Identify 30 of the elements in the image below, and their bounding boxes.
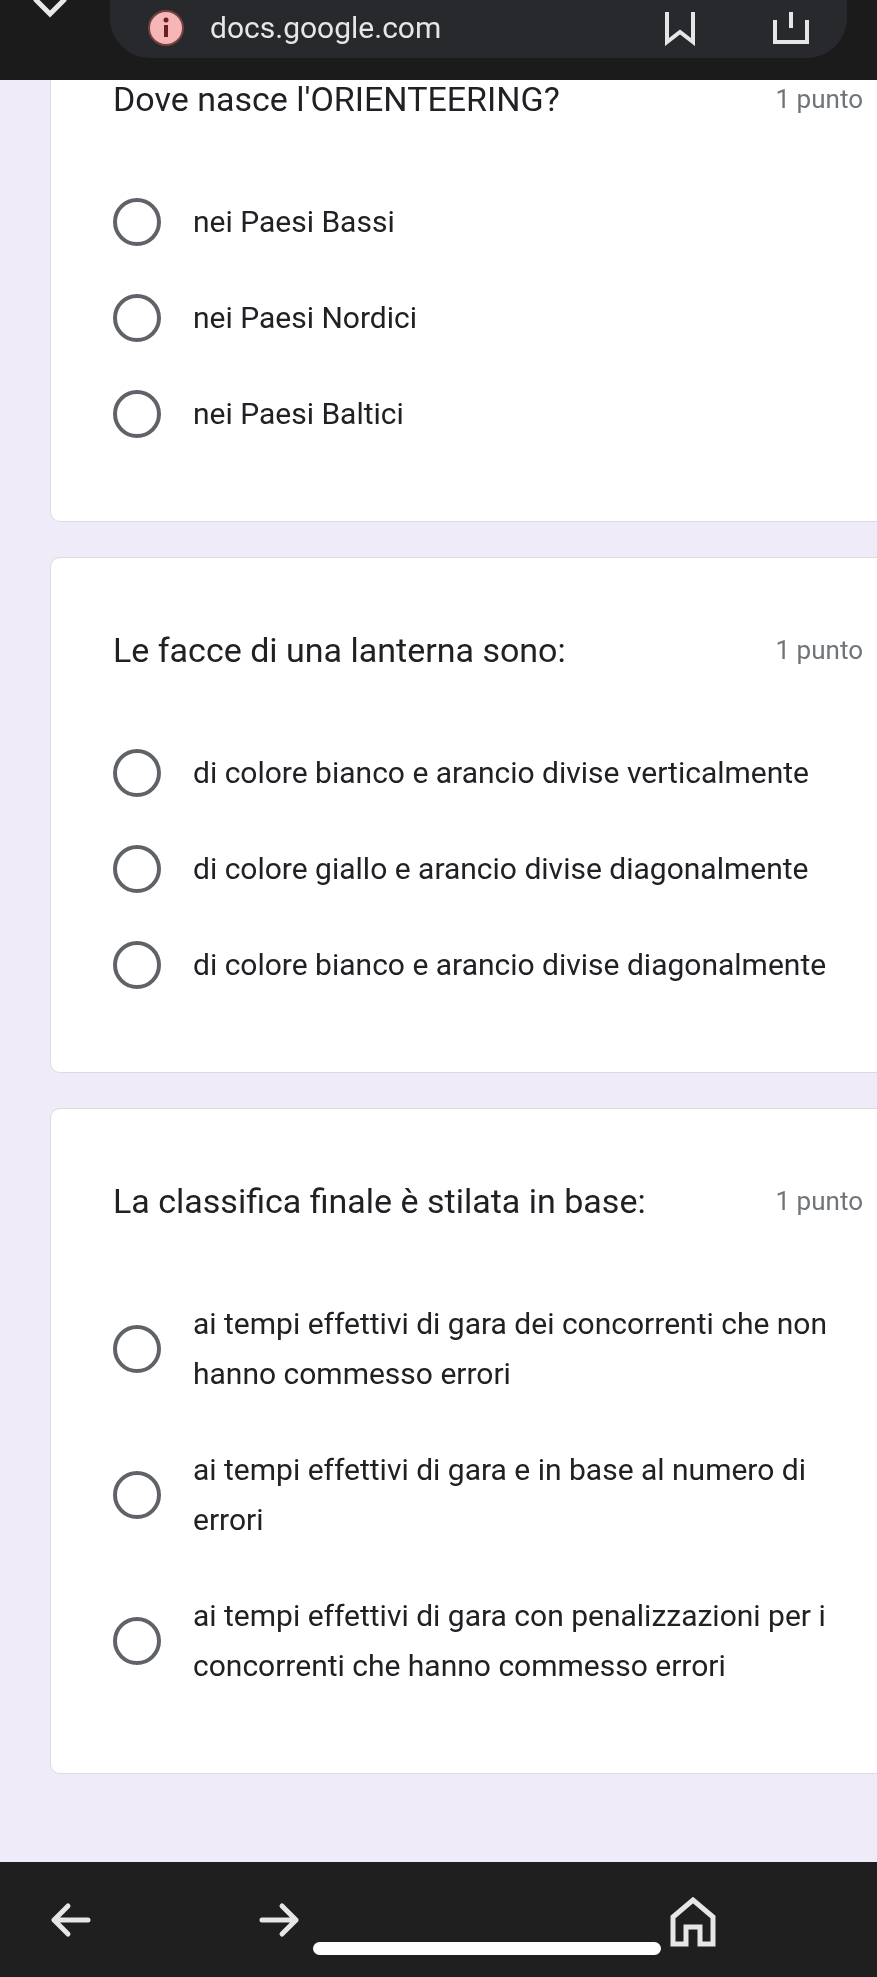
radio-button[interactable] bbox=[113, 941, 161, 989]
bookmark-icon[interactable] bbox=[663, 10, 697, 46]
radio-button[interactable] bbox=[113, 1325, 161, 1373]
address-bar[interactable]: docs.google.com bbox=[110, 0, 847, 58]
question-title: Le facce di una lanterna sono: bbox=[113, 630, 566, 670]
question-title: La classifica finale è stilata in base: bbox=[113, 1181, 646, 1221]
points-label: 1 punto bbox=[775, 634, 863, 667]
option-label: di colore giallo e arancio divise diagonalmente bbox=[193, 850, 809, 888]
option-label: di colore bianco e arancio divise verticalmente bbox=[193, 754, 810, 792]
info-icon[interactable] bbox=[146, 8, 186, 48]
option-label: ai tempi effettivi di gara con penalizzazioni per i concorrenti che hanno commesso errori bbox=[193, 1597, 827, 1685]
question-title: Dove nasce l'ORIENTEERING? bbox=[113, 80, 560, 119]
url-text: docs.google.com bbox=[210, 11, 442, 45]
points-label: 1 punto bbox=[775, 1185, 863, 1218]
radio-button[interactable] bbox=[113, 390, 161, 438]
radio-button[interactable] bbox=[113, 749, 161, 797]
radio-button[interactable] bbox=[113, 198, 161, 246]
points-label: 1 punto bbox=[775, 83, 863, 116]
radio-button[interactable] bbox=[113, 1617, 161, 1665]
option-label: ai tempi effettivi di gara dei concorrenti che non hanno commesso errori bbox=[193, 1305, 828, 1393]
option-label: ai tempi effettivi di gara e in base al numero di errori bbox=[193, 1451, 807, 1539]
share-icon[interactable] bbox=[771, 10, 811, 46]
option-label: di colore bianco e arancio divise diagonalmente bbox=[193, 946, 827, 984]
option-label: nei Paesi Bassi bbox=[193, 203, 395, 241]
home-icon[interactable] bbox=[670, 1897, 716, 1947]
option-label: nei Paesi Nordici bbox=[193, 299, 418, 337]
radio-button[interactable] bbox=[113, 294, 161, 342]
option-label: nei Paesi Baltici bbox=[193, 395, 404, 433]
radio-button[interactable] bbox=[113, 1471, 161, 1519]
radio-button[interactable] bbox=[113, 845, 161, 893]
